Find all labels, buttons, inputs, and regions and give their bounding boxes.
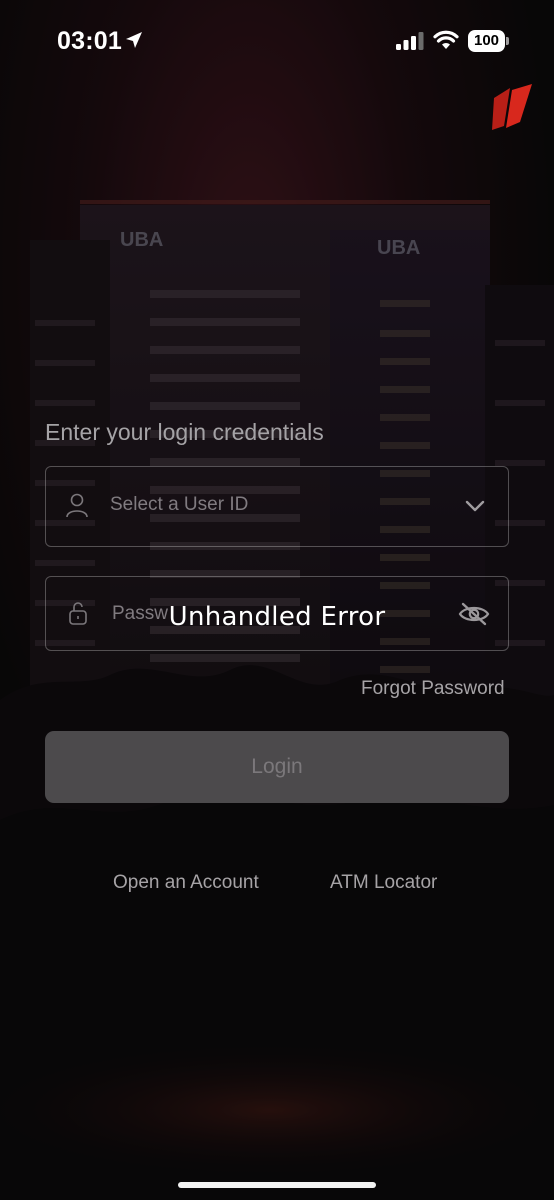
atm-locator-link[interactable]: ATM Locator: [330, 872, 437, 894]
status-time: 03:01: [57, 27, 122, 55]
login-form-title: Enter your login credentials: [45, 419, 324, 445]
wifi-icon: [433, 30, 459, 49]
open-account-link[interactable]: Open an Account: [113, 872, 259, 894]
user-icon: [66, 493, 88, 518]
battery-indicator: 100: [468, 30, 510, 52]
status-bar: 03:01 100: [0, 0, 554, 84]
login-button-label: Login: [251, 755, 303, 778]
error-message: Unhandled Error: [168, 602, 386, 632]
forgot-password-link[interactable]: Forgot Password: [361, 678, 505, 700]
location-arrow-icon: [126, 32, 142, 48]
cellular-signal-icon: [396, 32, 424, 50]
battery-tip: [506, 37, 509, 45]
chevron-down-icon[interactable]: [464, 495, 486, 517]
user-id-select[interactable]: Select a User ID: [45, 466, 509, 547]
login-button[interactable]: Login: [45, 731, 509, 803]
home-indicator[interactable]: [178, 1182, 376, 1188]
uba-logo-icon: [492, 84, 532, 130]
user-id-placeholder: Select a User ID: [110, 494, 249, 515]
battery-level: 100: [473, 32, 500, 49]
